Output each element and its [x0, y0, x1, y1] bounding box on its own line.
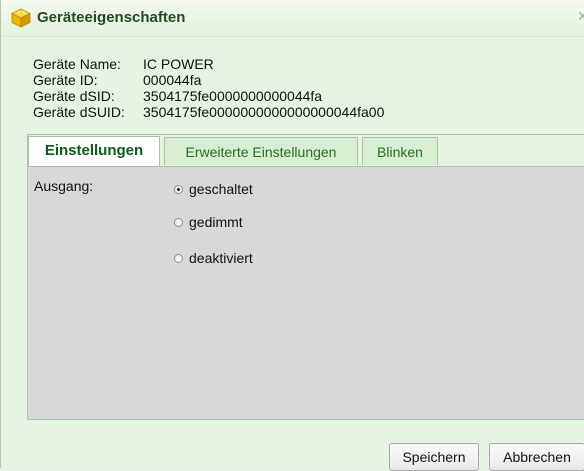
output-option-dimmed[interactable]: gedimmt [174, 214, 243, 230]
radio-label: deaktiviert [189, 250, 253, 266]
device-dsuid-row: Geräte dSUID: 3504175fe00000000000000000… [33, 104, 384, 120]
save-button[interactable]: Speichern [389, 443, 479, 471]
tab-panel: Einstellungen Erweiterte Einstellungen B… [27, 134, 584, 420]
cube-icon [11, 8, 31, 28]
device-dsid-value: 3504175fe0000000000044fa [143, 88, 323, 104]
device-dsuid-label: Geräte dSUID: [33, 104, 125, 120]
device-dsuid-value: 3504175fe0000000000000000044fa00 [143, 104, 385, 120]
dialog-footer: Speichern Abbrechen [1, 428, 584, 471]
device-dsid-label: Geräte dSID: [33, 88, 115, 104]
cancel-button[interactable]: Abbrechen [489, 443, 584, 471]
device-dsid-row: Geräte dSID: 3504175fe0000000000044fa [33, 88, 384, 104]
close-icon[interactable]: ✕ [577, 8, 584, 26]
radio-label: gedimmt [189, 214, 243, 230]
device-id-label: Geräte ID: [33, 72, 98, 88]
output-option-switched[interactable]: geschaltet [174, 181, 253, 197]
radio-button[interactable] [174, 253, 183, 263]
device-name-value: IC POWER [143, 56, 214, 72]
tab-blinken[interactable]: Blinken [362, 137, 438, 165]
title-bar[interactable]: Geräteeigenschaften ✕ [1, 0, 584, 37]
tab-erweiterte-einstellungen[interactable]: Erweiterte Einstellungen [164, 137, 358, 165]
device-info: Geräte Name: IC POWER Geräte ID: 000044f… [33, 56, 384, 120]
radio-button[interactable] [174, 184, 183, 194]
radio-label: geschaltet [189, 181, 253, 197]
output-option-disabled[interactable]: deaktiviert [174, 250, 253, 266]
settings-content: Ausgang: geschaltet gedimmt deaktiviert [28, 167, 584, 419]
device-name-row: Geräte Name: IC POWER [33, 56, 384, 72]
device-properties-dialog: Geräteeigenschaften ✕ Geräte Name: IC PO… [0, 0, 584, 471]
tab-einstellungen[interactable]: Einstellungen [28, 136, 160, 166]
dialog-title: Geräteeigenschaften [37, 9, 186, 26]
tab-strip: Einstellungen Erweiterte Einstellungen B… [28, 135, 584, 167]
device-id-row: Geräte ID: 000044fa [33, 72, 384, 88]
device-id-value: 000044fa [143, 72, 202, 88]
device-name-label: Geräte Name: [33, 56, 121, 72]
output-label: Ausgang: [34, 178, 94, 194]
radio-button[interactable] [174, 217, 183, 227]
